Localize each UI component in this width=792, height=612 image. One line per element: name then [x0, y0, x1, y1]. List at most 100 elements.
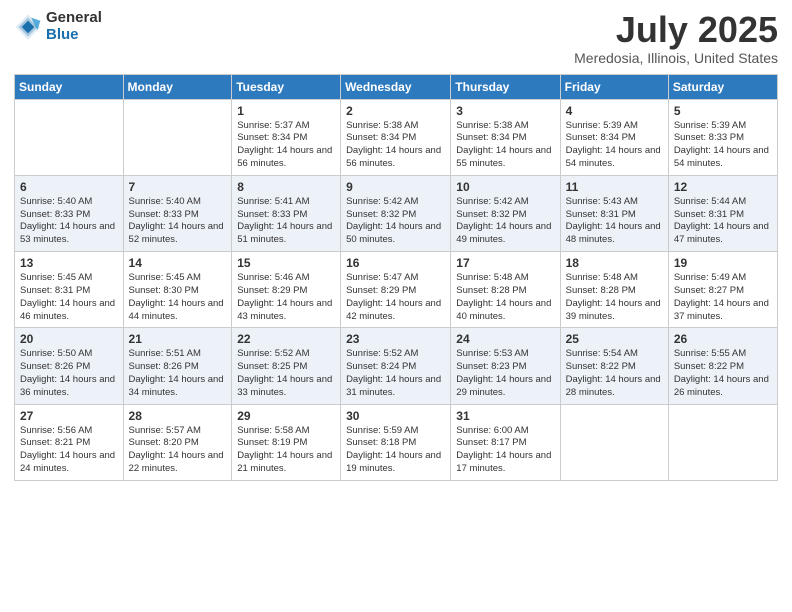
day-number: 29: [237, 409, 335, 423]
day-info: Sunrise: 5:58 AMSunset: 8:19 PMDaylight:…: [237, 425, 335, 476]
table-row: [123, 99, 232, 175]
day-number: 8: [237, 180, 335, 194]
table-row: 20 Sunrise: 5:50 AMSunset: 8:26 PMDayligh…: [15, 328, 124, 404]
table-row: 7 Sunrise: 5:40 AMSunset: 8:33 PMDaylight…: [123, 175, 232, 251]
table-row: 12 Sunrise: 5:44 AMSunset: 8:31 PMDayligh…: [668, 175, 777, 251]
day-info: Sunrise: 5:48 AMSunset: 8:28 PMDaylight:…: [566, 272, 663, 323]
header-thursday: Thursday: [451, 74, 560, 99]
day-info: Sunrise: 5:40 AMSunset: 8:33 PMDaylight:…: [129, 196, 227, 247]
day-number: 1: [237, 104, 335, 118]
calendar-header-row: Sunday Monday Tuesday Wednesday Thursday…: [15, 74, 778, 99]
day-info: Sunrise: 5:43 AMSunset: 8:31 PMDaylight:…: [566, 196, 663, 247]
day-number: 3: [456, 104, 554, 118]
table-row: 19 Sunrise: 5:49 AMSunset: 8:27 PMDayligh…: [668, 252, 777, 328]
header-tuesday: Tuesday: [232, 74, 341, 99]
day-info: Sunrise: 6:00 AMSunset: 8:17 PMDaylight:…: [456, 425, 554, 476]
table-row: 10Sunrise: 5:42 AMSunset: 8:32 PMDayligh…: [451, 175, 560, 251]
day-info: Sunrise: 5:38 AMSunset: 8:34 PMDaylight:…: [456, 120, 554, 171]
calendar-week-row: 27 Sunrise: 5:56 AMSunset: 8:21 PMDayligh…: [15, 404, 778, 480]
day-info: Sunrise: 5:56 AMSunset: 8:21 PMDaylight:…: [20, 425, 118, 476]
day-number: 5: [674, 104, 772, 118]
calendar-table: Sunday Monday Tuesday Wednesday Thursday…: [14, 74, 778, 481]
day-number: 14: [129, 256, 227, 270]
table-row: [15, 99, 124, 175]
main-title: July 2025: [574, 10, 778, 50]
table-row: 21Sunrise: 5:51 AMSunset: 8:26 PMDayligh…: [123, 328, 232, 404]
calendar-week-row: 20 Sunrise: 5:50 AMSunset: 8:26 PMDayligh…: [15, 328, 778, 404]
title-block: July 2025 Meredosia, Illinois, United St…: [574, 10, 778, 66]
table-row: 16 Sunrise: 5:47 AMSunset: 8:29 PMDayligh…: [341, 252, 451, 328]
subtitle: Meredosia, Illinois, United States: [574, 50, 778, 66]
day-number: 17: [456, 256, 554, 270]
table-row: 2 Sunrise: 5:38 AMSunset: 8:34 PMDaylight…: [341, 99, 451, 175]
day-number: 22: [237, 332, 335, 346]
day-number: 4: [566, 104, 663, 118]
calendar-week-row: 6Sunrise: 5:40 AMSunset: 8:33 PMDaylight…: [15, 175, 778, 251]
day-number: 12: [674, 180, 772, 194]
table-row: 11 Sunrise: 5:43 AMSunset: 8:31 PMDayligh…: [560, 175, 668, 251]
table-row: 3 Sunrise: 5:38 AMSunset: 8:34 PMDaylight…: [451, 99, 560, 175]
day-number: 27: [20, 409, 118, 423]
table-row: 1Sunrise: 5:37 AMSunset: 8:34 PMDaylight…: [232, 99, 341, 175]
table-row: 25Sunrise: 5:54 AMSunset: 8:22 PMDayligh…: [560, 328, 668, 404]
day-info: Sunrise: 5:53 AMSunset: 8:23 PMDaylight:…: [456, 348, 554, 399]
table-row: [560, 404, 668, 480]
day-number: 15: [237, 256, 335, 270]
day-number: 13: [20, 256, 118, 270]
day-info: Sunrise: 5:39 AMSunset: 8:34 PMDaylight:…: [566, 120, 663, 171]
header-wednesday: Wednesday: [341, 74, 451, 99]
table-row: 17 Sunrise: 5:48 AMSunset: 8:28 PMDayligh…: [451, 252, 560, 328]
day-info: Sunrise: 5:42 AMSunset: 8:32 PMDaylight:…: [456, 196, 554, 247]
day-number: 16: [346, 256, 445, 270]
logo-blue-text: Blue: [46, 27, 102, 44]
day-number: 19: [674, 256, 772, 270]
day-info: Sunrise: 5:39 AMSunset: 8:33 PMDaylight:…: [674, 120, 772, 171]
day-info: Sunrise: 5:40 AMSunset: 8:33 PMDaylight:…: [20, 196, 118, 247]
day-info: Sunrise: 5:44 AMSunset: 8:31 PMDaylight:…: [674, 196, 772, 247]
header-saturday: Saturday: [668, 74, 777, 99]
table-row: [668, 404, 777, 480]
day-info: Sunrise: 5:49 AMSunset: 8:27 PMDaylight:…: [674, 272, 772, 323]
table-row: 15 Sunrise: 5:46 AMSunset: 8:29 PMDayligh…: [232, 252, 341, 328]
day-info: Sunrise: 5:57 AMSunset: 8:20 PMDaylight:…: [129, 425, 227, 476]
day-number: 23: [346, 332, 445, 346]
table-row: 14 Sunrise: 5:45 AMSunset: 8:30 PMDayligh…: [123, 252, 232, 328]
header-monday: Monday: [123, 74, 232, 99]
header-sunday: Sunday: [15, 74, 124, 99]
table-row: 23 Sunrise: 5:52 AMSunset: 8:24 PMDayligh…: [341, 328, 451, 404]
day-number: 28: [129, 409, 227, 423]
day-info: Sunrise: 5:50 AMSunset: 8:26 PMDaylight:…: [20, 348, 118, 399]
day-info: Sunrise: 5:41 AMSunset: 8:33 PMDaylight:…: [237, 196, 335, 247]
table-row: 29 Sunrise: 5:58 AMSunset: 8:19 PMDayligh…: [232, 404, 341, 480]
day-info: Sunrise: 5:52 AMSunset: 8:24 PMDaylight:…: [346, 348, 445, 399]
day-number: 7: [129, 180, 227, 194]
day-number: 11: [566, 180, 663, 194]
calendar-week-row: 13Sunrise: 5:45 AMSunset: 8:31 PMDayligh…: [15, 252, 778, 328]
day-info: Sunrise: 5:52 AMSunset: 8:25 PMDaylight:…: [237, 348, 335, 399]
table-row: 6Sunrise: 5:40 AMSunset: 8:33 PMDaylight…: [15, 175, 124, 251]
day-info: Sunrise: 5:38 AMSunset: 8:34 PMDaylight:…: [346, 120, 445, 171]
day-number: 20: [20, 332, 118, 346]
day-number: 21: [129, 332, 227, 346]
logo-text: General Blue: [46, 10, 102, 43]
table-row: 28 Sunrise: 5:57 AMSunset: 8:20 PMDayligh…: [123, 404, 232, 480]
table-row: 4 Sunrise: 5:39 AMSunset: 8:34 PMDaylight…: [560, 99, 668, 175]
day-number: 31: [456, 409, 554, 423]
day-info: Sunrise: 5:42 AMSunset: 8:32 PMDaylight:…: [346, 196, 445, 247]
day-info: Sunrise: 5:46 AMSunset: 8:29 PMDaylight:…: [237, 272, 335, 323]
calendar-week-row: 1Sunrise: 5:37 AMSunset: 8:34 PMDaylight…: [15, 99, 778, 175]
day-info: Sunrise: 5:45 AMSunset: 8:30 PMDaylight:…: [129, 272, 227, 323]
day-info: Sunrise: 5:54 AMSunset: 8:22 PMDaylight:…: [566, 348, 663, 399]
table-row: 24 Sunrise: 5:53 AMSunset: 8:23 PMDayligh…: [451, 328, 560, 404]
day-info: Sunrise: 5:55 AMSunset: 8:22 PMDaylight:…: [674, 348, 772, 399]
table-row: 13Sunrise: 5:45 AMSunset: 8:31 PMDayligh…: [15, 252, 124, 328]
header-friday: Friday: [560, 74, 668, 99]
logo-general-text: General: [46, 10, 102, 27]
table-row: 18Sunrise: 5:48 AMSunset: 8:28 PMDayligh…: [560, 252, 668, 328]
day-info: Sunrise: 5:59 AMSunset: 8:18 PMDaylight:…: [346, 425, 445, 476]
day-number: 30: [346, 409, 445, 423]
day-info: Sunrise: 5:48 AMSunset: 8:28 PMDaylight:…: [456, 272, 554, 323]
day-number: 24: [456, 332, 554, 346]
day-info: Sunrise: 5:47 AMSunset: 8:29 PMDaylight:…: [346, 272, 445, 323]
day-number: 2: [346, 104, 445, 118]
